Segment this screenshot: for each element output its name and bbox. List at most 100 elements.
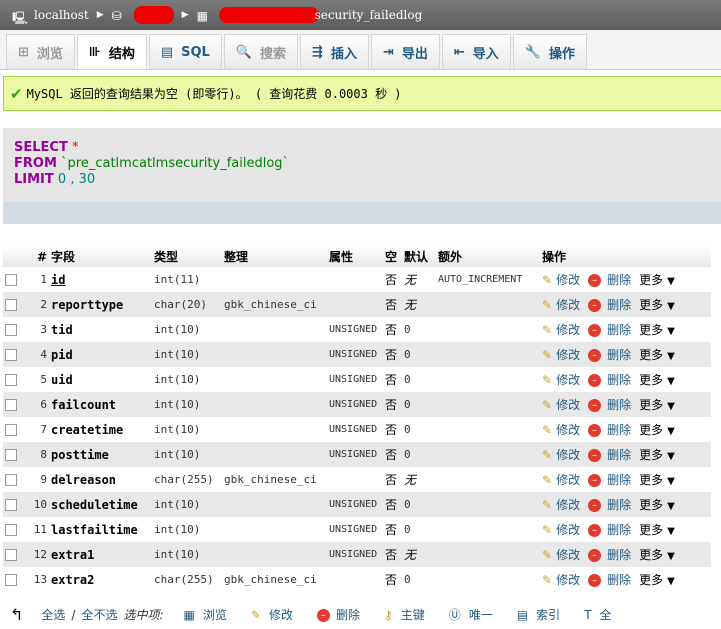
tab-sql[interactable]: ▤ SQL	[148, 34, 222, 69]
header-checkbox-col	[3, 246, 25, 267]
delete-link[interactable]: 删除	[607, 473, 631, 487]
more-dropdown[interactable]: 更多 ▼	[639, 573, 675, 587]
edit-link[interactable]: 修改	[556, 273, 580, 287]
row-checkbox-cell	[3, 517, 25, 542]
bulk-edit-button[interactable]: ✎ 修改	[251, 606, 293, 623]
deselect-all-link[interactable]: 全不选	[81, 606, 117, 623]
edit-link[interactable]: 修改	[556, 473, 580, 487]
edit-link[interactable]: 修改	[556, 423, 580, 437]
more-dropdown[interactable]: 更多 ▼	[639, 398, 675, 412]
bulk-unique-button[interactable]: Ⓤ 唯一	[449, 606, 493, 623]
delete-link[interactable]: 删除	[607, 423, 631, 437]
more-dropdown[interactable]: 更多 ▼	[639, 273, 675, 287]
delete-link[interactable]: 删除	[607, 398, 631, 412]
edit-link[interactable]: 修改	[556, 398, 580, 412]
bulk-delete-button[interactable]: – 删除	[316, 606, 360, 623]
header-type[interactable]: 类型	[152, 246, 222, 267]
delete-link[interactable]: 删除	[607, 323, 631, 337]
row-checkbox[interactable]	[5, 349, 17, 361]
edit-link[interactable]: 修改	[556, 523, 580, 537]
more-label: 更多	[639, 498, 664, 512]
row-number: 6	[25, 392, 49, 417]
delete-link[interactable]: 删除	[607, 573, 631, 587]
edit-link[interactable]: 修改	[556, 498, 580, 512]
table-row: 1 id int(11) 否无 AUTO_INCREMENT ✎ 修改 – 删除 更多 ▼	[3, 267, 711, 292]
row-checkbox[interactable]	[5, 399, 17, 411]
pencil-icon: ✎	[542, 473, 553, 487]
delete-icon: –	[588, 524, 602, 537]
more-dropdown[interactable]: 更多 ▼	[639, 423, 675, 437]
edit-link[interactable]: 修改	[556, 373, 580, 387]
bulk-fulltext-button[interactable]: T全	[584, 606, 611, 623]
more-dropdown[interactable]: 更多 ▼	[639, 323, 675, 337]
field-name: id	[49, 267, 152, 292]
edit-link[interactable]: 修改	[556, 448, 580, 462]
more-dropdown[interactable]: 更多 ▼	[639, 473, 675, 487]
header-null[interactable]: 空	[383, 246, 402, 267]
edit-link[interactable]: 修改	[556, 573, 580, 587]
row-checkbox[interactable]	[5, 549, 17, 561]
row-checkbox[interactable]	[5, 474, 17, 486]
table-row: 8 posttime int(10) UNSIGNED 否 0 ✎ 修改 – 删除 更多 ▼	[3, 442, 711, 467]
tab-import[interactable]: ⇤ 导入	[441, 34, 511, 69]
more-dropdown[interactable]: 更多 ▼	[639, 498, 675, 512]
delete-link[interactable]: 删除	[607, 273, 631, 287]
delete-link[interactable]: 删除	[607, 373, 631, 387]
bulk-browse-button[interactable]: ▦ 浏览	[184, 606, 227, 623]
delete-link[interactable]: 删除	[607, 548, 631, 562]
tab-search[interactable]: 🔍 搜索	[223, 34, 299, 69]
bulk-primary-button[interactable]: ⚷ 主键	[384, 606, 425, 623]
more-dropdown[interactable]: 更多 ▼	[639, 298, 675, 312]
delete-icon: –	[588, 349, 602, 362]
edit-link[interactable]: 修改	[556, 298, 580, 312]
edit-link[interactable]: 修改	[556, 348, 580, 362]
sql-offset: 0	[57, 172, 67, 187]
delete-link[interactable]: 删除	[607, 498, 631, 512]
row-checkbox[interactable]	[5, 299, 17, 311]
chevron-down-icon: ▼	[667, 351, 675, 362]
header-default[interactable]: 默认	[402, 246, 436, 267]
tab-label: 结构	[108, 46, 135, 62]
tab-structure[interactable]: ⊪ 结构	[76, 34, 147, 69]
breadcrumb-server[interactable]: localhost	[34, 8, 89, 22]
tab-insert[interactable]: ⇶ 插入	[300, 34, 369, 69]
delete-link[interactable]: 删除	[607, 523, 631, 537]
row-checkbox[interactable]	[5, 374, 17, 386]
field-attributes	[327, 267, 383, 292]
row-checkbox[interactable]	[5, 324, 17, 336]
header-extra[interactable]: 额外	[436, 246, 540, 267]
row-checkbox[interactable]	[5, 424, 17, 436]
more-dropdown[interactable]: 更多 ▼	[639, 523, 675, 537]
more-dropdown[interactable]: 更多 ▼	[639, 448, 675, 462]
more-label: 更多	[639, 273, 664, 287]
tab-browse[interactable]: ⊞ 浏览	[6, 34, 75, 69]
row-number: 5	[25, 367, 49, 392]
more-dropdown[interactable]: 更多 ▼	[639, 373, 675, 387]
header-attributes[interactable]: 属性	[327, 246, 383, 267]
breadcrumb-table[interactable]: security_failedlog	[315, 8, 423, 22]
edit-link[interactable]: 修改	[556, 548, 580, 562]
row-checkbox[interactable]	[5, 449, 17, 461]
row-checkbox[interactable]	[5, 274, 17, 286]
row-checkbox[interactable]	[5, 499, 17, 511]
row-checkbox[interactable]	[5, 524, 17, 536]
delete-link[interactable]: 删除	[607, 448, 631, 462]
sql-query[interactable]: SELECT * FROM `pre_catlmcatlmsecurity_fa…	[3, 128, 721, 188]
row-checkbox[interactable]	[5, 574, 17, 586]
sql-keyword: LIMIT	[14, 172, 54, 187]
edit-link[interactable]: 修改	[556, 323, 580, 337]
more-dropdown[interactable]: 更多 ▼	[639, 548, 675, 562]
header-field[interactable]: 字段	[49, 246, 152, 267]
tab-export[interactable]: ⇥ 导出	[370, 34, 440, 69]
tab-operations[interactable]: 🔧 操作	[512, 34, 587, 69]
delete-link[interactable]: 删除	[607, 298, 631, 312]
bulk-index-button[interactable]: ▤ 索引	[517, 606, 560, 623]
header-collation[interactable]: 整理	[222, 246, 327, 267]
more-dropdown[interactable]: 更多 ▼	[639, 348, 675, 362]
select-all-link[interactable]: 全选	[41, 606, 65, 623]
field-type: int(10)	[152, 367, 222, 392]
delete-link[interactable]: 删除	[607, 348, 631, 362]
field-null: 否	[383, 567, 402, 592]
delete-icon: –	[316, 609, 330, 622]
field-extra	[436, 342, 540, 367]
